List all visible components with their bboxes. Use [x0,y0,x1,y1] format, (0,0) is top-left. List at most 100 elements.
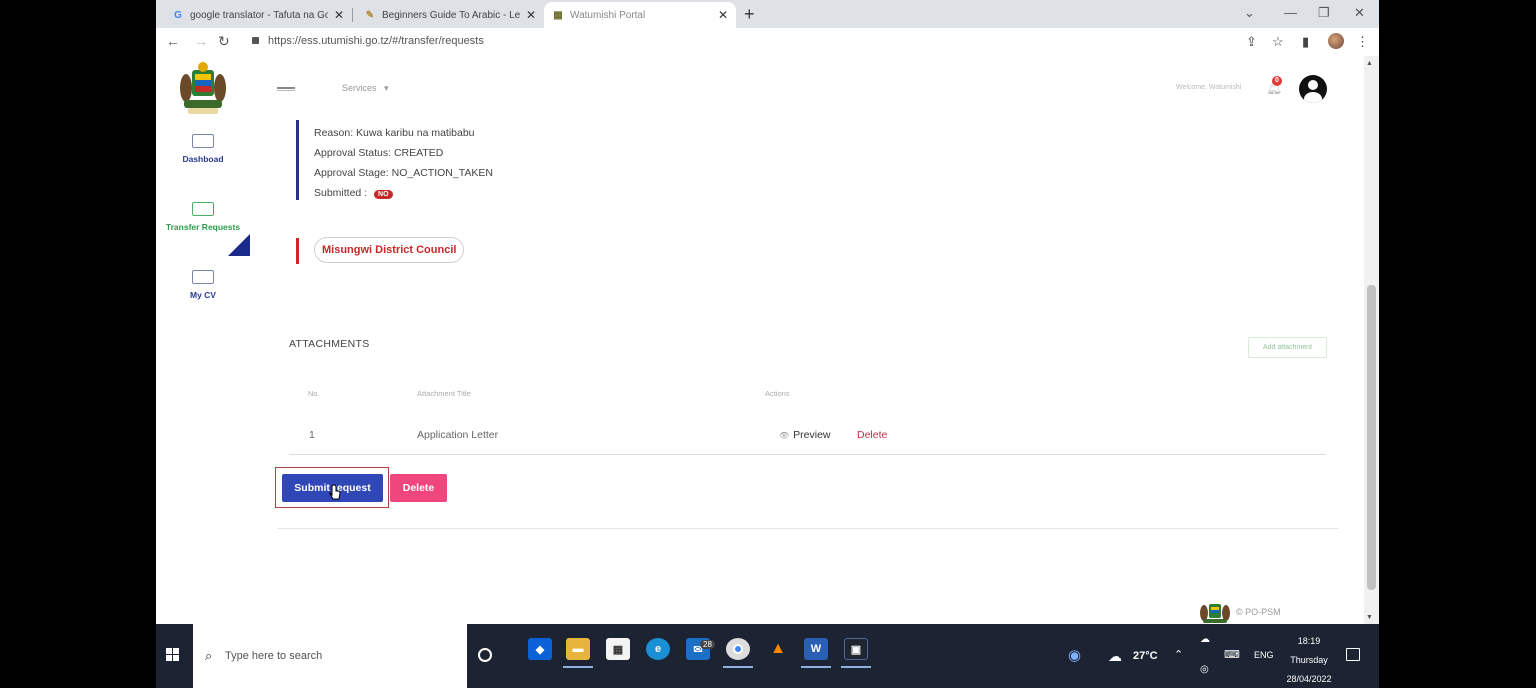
clock-day: Thursday [1290,655,1328,665]
destination-accent-bar [296,238,299,264]
services-label: Services [342,83,377,93]
delete-request-button[interactable]: Delete [390,474,447,502]
page: Dashboad Transfer Requests My CV Service… [156,56,1379,624]
weather-globe-icon[interactable]: ◉ [1068,646,1081,664]
close-window-icon[interactable]: ✕ [1354,5,1365,21]
taskbar: ⌕ Type here to search ◆ ▬ ▦ e ✉ 28 ▲ W ▣… [156,624,1379,688]
tab-search-chevron-icon[interactable]: ⌄ [1244,5,1255,21]
section-divider [278,528,1338,529]
task-view-icon[interactable] [478,648,492,662]
windows-start-icon[interactable] [166,648,180,662]
clock-date: 28/04/2022 [1286,674,1332,684]
snipping-tool-icon[interactable]: ▣ [844,638,868,660]
eye-icon: 👁︎ [779,431,790,440]
sidebar-item-transfer-requests[interactable]: Transfer Requests [156,202,250,232]
edge-icon[interactable]: e [646,638,670,660]
active-app-underline [723,666,753,668]
cloud-icon: ☁ [1108,648,1122,664]
scroll-up-icon[interactable]: ▲ [1366,60,1373,67]
onedrive-icon[interactable]: ☁ [1200,634,1210,645]
tab-title: Beginners Guide To Arabic - Lea [382,9,520,21]
back-icon[interactable]: ← [166,33,180,49]
attachments-heading: ATTACHMENTS [289,338,370,350]
coat-of-arms-logo [180,62,226,114]
sidebar-item-dashboard[interactable]: Dashboad [156,134,250,164]
language-indicator[interactable]: ENG [1254,650,1274,660]
portal-favicon-icon: ▦ [553,9,563,21]
dropbox-icon[interactable]: ◆ [528,638,552,660]
active-app-underline [801,666,831,668]
footer-coat-of-arms-logo [1200,604,1230,623]
google-icon: G [174,9,182,21]
address-bar: ← → ↻ https://ess.utumishi.go.tz/#/trans… [156,28,1379,56]
notification-badge: 0 [1272,76,1282,86]
details-accent-bar [296,120,299,200]
browser-menu-icon[interactable]: ⋮ [1356,34,1369,50]
forward-icon[interactable]: → [194,33,208,49]
screen: G google translator - Tafuta na Go ✕ ✎ B… [156,0,1379,688]
side-panel-icon[interactable]: ▮ [1302,34,1309,50]
row-divider [289,454,1326,455]
profile-avatar[interactable] [1328,33,1344,49]
word-icon[interactable]: W [804,638,828,660]
delete-attachment-link[interactable]: Delete [857,429,887,441]
approval-status-text: Approval Status: CREATED [314,147,444,159]
tab-google-translator[interactable]: G google translator - Tafuta na Go ✕ [164,2,352,28]
column-header-title: Attachment Title [417,389,471,398]
scroll-down-icon[interactable]: ▼ [1366,614,1373,621]
column-header-no: No. [308,389,320,398]
close-tab-icon[interactable]: ✕ [718,8,728,22]
system-clock[interactable]: 18:19 Thursday 28/04/2022 [1284,632,1334,688]
share-icon[interactable]: ⇪ [1246,34,1257,50]
close-tab-icon[interactable]: ✕ [334,8,344,22]
active-app-underline [563,666,593,668]
briefcase-icon [192,270,214,284]
services-menu[interactable]: Services ▾ [342,83,389,94]
taskbar-search-box[interactable]: ⌕ Type here to search [193,624,467,688]
store-icon[interactable]: ▦ [606,638,630,660]
hamburger-menu-icon[interactable] [277,87,295,91]
weather-temperature[interactable]: 27°C [1133,650,1158,662]
lock-icon [252,37,259,44]
scrollbar-thumb[interactable] [1367,285,1376,590]
row-number: 1 [309,429,315,441]
notification-center-icon[interactable] [1346,648,1360,661]
active-app-underline [841,666,871,668]
briefcase-icon [192,202,214,216]
tab-beginners-arabic[interactable]: ✎ Beginners Guide To Arabic - Lea ✕ [356,2,544,28]
new-tab-icon[interactable]: + [744,4,755,25]
preview-link[interactable]: 👁︎ Preview [779,429,831,441]
submitted-label: Submitted : [314,187,368,199]
sidebar-item-label: Transfer Requests [165,222,241,232]
reload-icon[interactable]: ↻ [218,33,230,50]
close-tab-icon[interactable]: ✕ [526,8,536,22]
network-icon[interactable]: ◎ [1200,664,1209,675]
hand-cursor-icon [329,484,341,500]
caret-down-icon: ▾ [384,83,389,93]
submitted-status-badge: NO [374,190,393,199]
sidebar: Dashboad Transfer Requests My CV [156,56,256,624]
pen-icon: ✎ [365,9,375,21]
keyboard-icon[interactable]: ⌨ [1224,648,1240,661]
preview-label: Preview [793,429,831,441]
chrome-icon[interactable] [726,638,750,660]
monitor-icon [192,134,214,148]
destination-chip: Misungwi District Council [314,237,465,263]
minimize-icon[interactable]: — [1284,5,1297,20]
sidebar-item-my-cv[interactable]: My CV [156,270,250,300]
bookmark-star-icon[interactable]: ☆ [1272,34,1284,50]
add-attachment-button[interactable]: Add attachment [1248,337,1327,358]
url-field[interactable]: https://ess.utumishi.go.tz/#/transfer/re… [268,35,484,47]
search-placeholder: Type here to search [225,650,323,662]
chevron-up-icon[interactable]: ⌃ [1174,648,1183,661]
tab-watumishi-portal[interactable]: ▦ Watumishi Portal ✕ [544,2,736,28]
tab-separator [352,8,353,22]
vlc-icon[interactable]: ▲ [766,638,790,660]
file-explorer-icon[interactable]: ▬ [566,638,590,660]
restore-icon[interactable]: ❐ [1318,5,1330,21]
attachment-title: Application Letter [417,429,499,441]
footer-copyright: © PO-PSM [1236,607,1281,617]
user-avatar[interactable] [1299,75,1327,103]
sidebar-item-label: My CV [190,290,216,300]
column-header-actions: Actions [765,389,790,398]
